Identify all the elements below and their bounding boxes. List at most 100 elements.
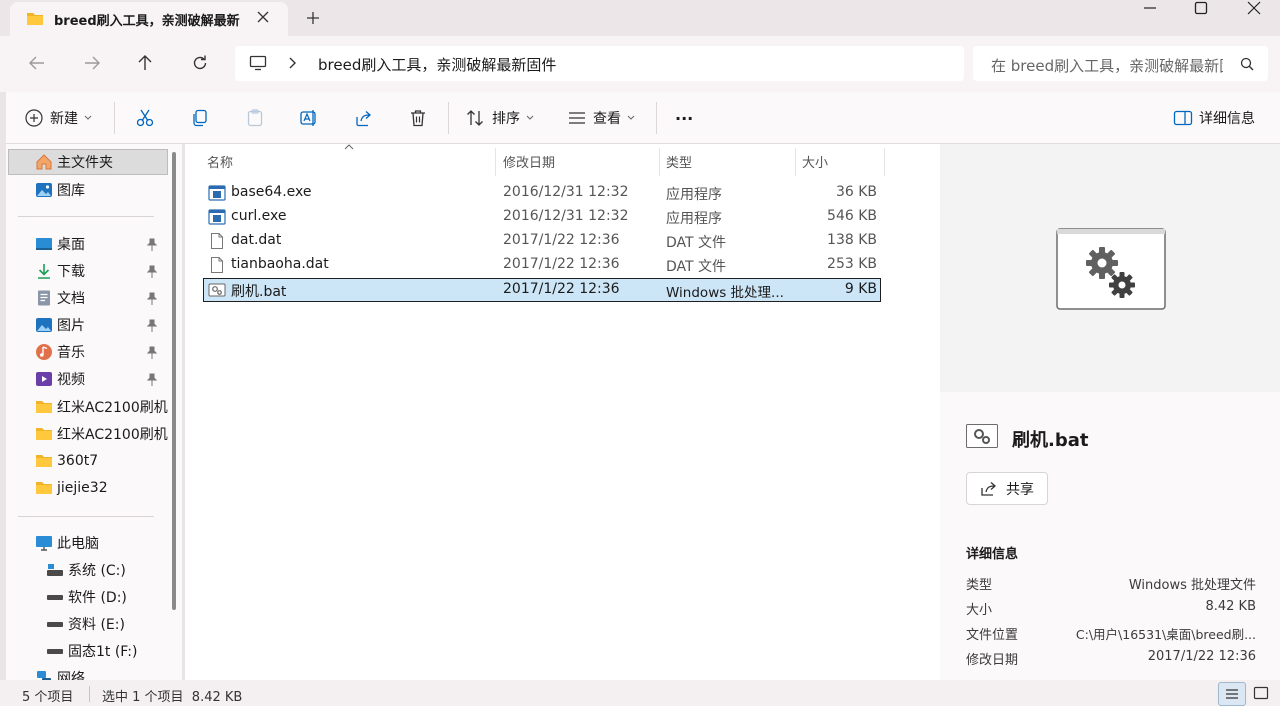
nav-item-music[interactable]: 音乐 [8,339,168,365]
file-icon [208,232,226,250]
sort-label: 排序 [492,111,520,127]
file-row[interactable]: base64.exe 2016/12/31 12:32 应用程序 36 KB [203,181,881,205]
share-icon[interactable] [355,109,373,127]
drive-icon [46,588,64,606]
document-icon [35,289,53,307]
share-button[interactable]: 共享 [966,472,1048,505]
tab-close-icon[interactable] [256,10,270,24]
file-row-selected[interactable]: 刷机.bat 2017/1/22 12:36 Windows 批处理... 9 … [203,278,881,302]
prop-value: Windows 批处理文件 [1128,578,1256,593]
pictures-icon [35,316,53,334]
music-icon [35,343,53,361]
new-tab-icon[interactable] [305,10,321,26]
breadcrumb-current-folder[interactable]: breed刷入工具，亲测破解最新固件 [318,54,556,75]
view-label: 查看 [593,111,621,127]
file-type: Windows 批处理... [666,285,784,301]
folder-icon [35,425,53,443]
details-pane-button[interactable]: 详细信息 [1173,104,1255,132]
file-row[interactable]: dat.dat 2017/1/22 12:36 DAT 文件 138 KB [203,229,881,253]
home-icon [35,153,53,171]
folder-icon [26,11,44,26]
folder-icon [35,398,53,416]
file-row[interactable]: tianbaoha.dat 2017/1/22 12:36 DAT 文件 253… [203,253,881,277]
cut-icon[interactable] [136,109,154,127]
sort-button[interactable]: 排序 [466,104,534,132]
nav-item-pictures[interactable]: 图片 [8,312,168,338]
forward-arrow-icon[interactable] [83,55,101,71]
nav-item-drive-c[interactable]: 系统 (C:) [8,557,168,583]
selection-info: 选中 1 个项目 8.42 KB [102,690,243,705]
pin-icon[interactable] [146,319,158,333]
nav-item-gallery[interactable]: 图库 [8,177,168,203]
maximize-icon[interactable] [1194,1,1208,15]
pin-icon[interactable] [146,292,158,306]
tab-current[interactable]: breed刷入工具，亲测破解最新 [10,2,288,36]
column-header-size[interactable]: 大小 [802,152,828,171]
nav-item-network[interactable]: 网络 [8,665,168,680]
pin-icon[interactable] [146,238,158,252]
search-icon[interactable] [1240,57,1254,71]
copy-icon[interactable] [191,109,209,127]
prop-key: 大小 [966,603,993,618]
address-bar[interactable]: breed刷入工具，亲测破解最新固件 [235,46,964,81]
pin-icon[interactable] [146,265,158,279]
folder-icon [35,479,53,497]
file-list: 名称 修改日期 类型 大小 base64.exe 2016/12/31 12:3… [185,144,940,680]
details-pane: 刷机.bat 共享 详细信息 类型 Windows 批处理文件 大小 8.42 … [940,144,1280,680]
exe-icon [208,184,226,202]
system-drive-icon [46,561,64,579]
nav-item-desktop[interactable]: 桌面 [8,231,168,257]
view-button[interactable]: 查看 [567,104,635,132]
details-view-icon[interactable] [1218,682,1246,706]
nav-item-folder[interactable]: jiejie32 [8,475,168,501]
minimize-icon[interactable] [1142,6,1158,10]
nav-item-this-pc[interactable]: 此电脑 [8,530,168,556]
chevron-right-icon[interactable] [288,57,296,69]
nav-label: 文档 [57,291,85,307]
nav-label: 视频 [57,372,85,388]
exe-icon [208,208,226,226]
nav-item-folder[interactable]: 红米AC2100刷机 [8,394,168,420]
file-size: 9 KB [844,281,877,297]
nav-label: 图库 [57,183,85,199]
paste-icon[interactable] [246,109,264,127]
prop-value[interactable]: C:\用户\16531\桌面\breed刷... [1066,624,1256,643]
desktop-icon [35,235,53,253]
file-row[interactable]: curl.exe 2016/12/31 12:32 应用程序 546 KB [203,205,881,229]
pin-icon[interactable] [146,346,158,360]
pin-icon[interactable] [146,373,158,387]
column-header-type[interactable]: 类型 [666,152,692,171]
plus-circle-icon [24,108,44,128]
column-header-name[interactable]: 名称 [207,152,233,171]
close-window-icon[interactable] [1247,1,1261,15]
more-options-icon[interactable]: ··· [675,109,693,128]
file-date: 2017/1/22 12:36 [503,232,620,248]
nav-item-folder[interactable]: 360t7 [8,448,168,474]
file-name: curl.exe [231,208,287,224]
back-arrow-icon[interactable] [28,55,46,71]
prop-key: 文件位置 [966,628,1019,643]
column-header-date[interactable]: 修改日期 [503,152,555,171]
network-icon [35,669,53,680]
nav-item-drive-e[interactable]: 资料 (E:) [8,611,168,637]
file-date: 2017/1/22 12:36 [503,256,620,272]
details-section-title: 详细信息 [966,547,1019,562]
nav-item-downloads[interactable]: 下载 [8,258,168,284]
nav-item-home[interactable]: 主文件夹 [8,149,168,175]
nav-pane-scrollbar[interactable] [172,152,176,610]
nav-item-drive-d[interactable]: 软件 (D:) [8,584,168,610]
refresh-icon[interactable] [192,55,208,71]
nav-item-videos[interactable]: 视频 [8,366,168,392]
delete-icon[interactable] [409,109,427,127]
nav-label: 固态1t (F:) [68,644,138,660]
nav-item-drive-f[interactable]: 固态1t (F:) [8,638,168,664]
tab-title: breed刷入工具，亲测破解最新 [54,14,240,29]
new-button[interactable]: 新建 [24,104,92,132]
rename-icon[interactable] [300,109,318,127]
nav-item-documents[interactable]: 文档 [8,285,168,311]
up-arrow-icon[interactable] [137,54,153,72]
tiles-view-icon[interactable] [1253,686,1269,700]
batch-file-large-icon [1056,228,1166,310]
nav-item-folder[interactable]: 红米AC2100刷机 [8,421,168,447]
search-box[interactable]: 在 breed刷入工具，亲测破解最新固件 中搜索 [973,46,1268,81]
